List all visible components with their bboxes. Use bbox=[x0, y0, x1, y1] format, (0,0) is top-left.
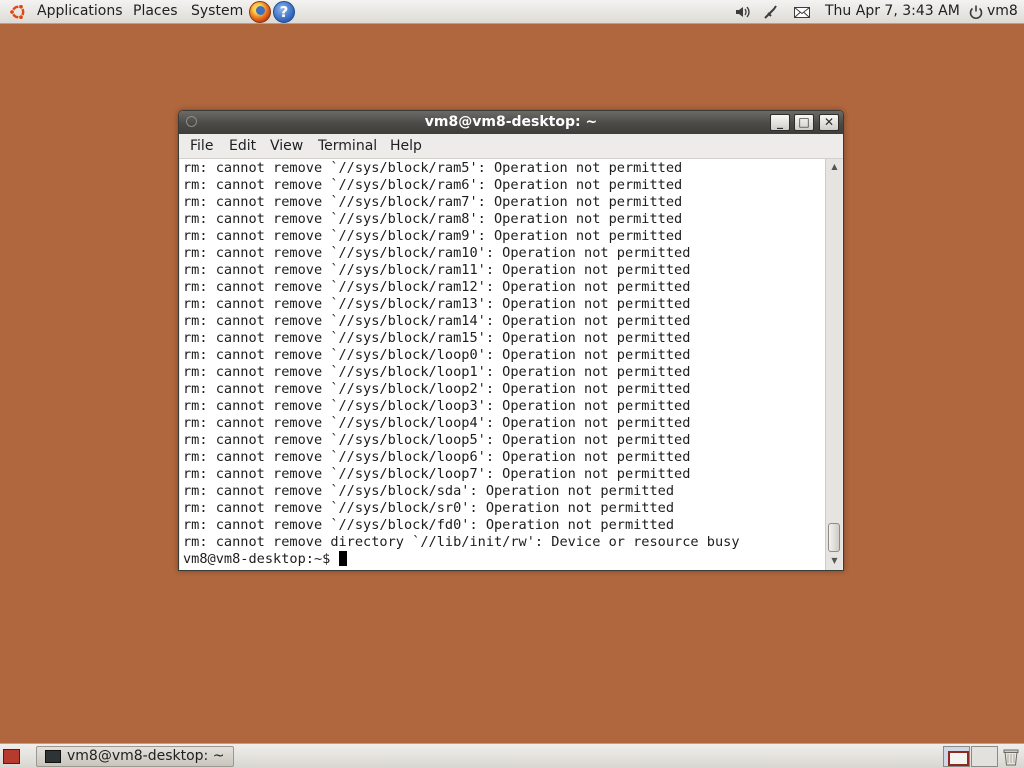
scroll-up-arrow-icon[interactable]: ▲ bbox=[828, 161, 841, 173]
terminal-line: rm: cannot remove `//sys/block/loop6': O… bbox=[183, 449, 691, 465]
menu-system[interactable]: System bbox=[191, 0, 243, 24]
terminal-line: rm: cannot remove `//sys/block/ram6': Op… bbox=[183, 177, 683, 193]
minimize-button[interactable]: _ bbox=[770, 114, 790, 131]
terminal-line: rm: cannot remove `//sys/block/ram14': O… bbox=[183, 313, 691, 329]
terminal-line: rm: cannot remove `//sys/block/loop3': O… bbox=[183, 398, 691, 414]
taskbar-terminal-button[interactable]: vm8@vm8-desktop: ~ bbox=[36, 746, 234, 767]
scroll-down-arrow-icon[interactable]: ▼ bbox=[828, 555, 841, 567]
terminal-line: rm: cannot remove `//sys/block/sr0': Ope… bbox=[183, 500, 675, 516]
network-icon[interactable] bbox=[762, 4, 780, 20]
taskbar-label: vm8@vm8-desktop: ~ bbox=[67, 748, 225, 764]
menu-help[interactable]: Help bbox=[390, 134, 422, 159]
firefox-icon[interactable] bbox=[249, 1, 271, 23]
menu-file[interactable]: File bbox=[190, 134, 213, 159]
close-button[interactable]: ✕ bbox=[819, 114, 839, 131]
menu-applications[interactable]: Applications bbox=[37, 0, 123, 24]
window-title: vm8@vm8-desktop: ~ bbox=[424, 114, 598, 130]
menu-edit[interactable]: Edit bbox=[229, 134, 256, 159]
window-titlebar[interactable]: vm8@vm8-desktop: ~ _ □ ✕ bbox=[179, 111, 843, 134]
terminal-icon bbox=[45, 750, 61, 763]
text-cursor bbox=[338, 551, 347, 566]
top-panel: Applications Places System ? Thu Apr 7, … bbox=[0, 0, 1024, 24]
vertical-scrollbar[interactable]: ▲ ▼ bbox=[825, 159, 842, 570]
terminal-line: rm: cannot remove `//sys/block/fd0': Ope… bbox=[183, 517, 675, 533]
menu-terminal[interactable]: Terminal bbox=[318, 134, 377, 159]
terminal-line: rm: cannot remove `//sys/block/ram11': O… bbox=[183, 262, 691, 278]
terminal-line: rm: cannot remove `//sys/block/loop2': O… bbox=[183, 381, 691, 397]
user-name[interactable]: vm8 bbox=[987, 0, 1018, 24]
terminal-line: rm: cannot remove `//sys/block/loop5': O… bbox=[183, 432, 691, 448]
workspace-2[interactable] bbox=[971, 746, 998, 767]
terminal-line: rm: cannot remove `//sys/block/ram9': Op… bbox=[183, 228, 683, 244]
volume-icon[interactable] bbox=[734, 4, 752, 20]
terminal-line: rm: cannot remove `//sys/block/loop1': O… bbox=[183, 364, 691, 380]
terminal-line: rm: cannot remove `//sys/block/ram7': Op… bbox=[183, 194, 683, 210]
help-icon[interactable]: ? bbox=[273, 1, 295, 23]
terminal-line: rm: cannot remove `//sys/block/ram13': O… bbox=[183, 296, 691, 312]
menu-places[interactable]: Places bbox=[133, 0, 178, 24]
terminal-line: rm: cannot remove `//sys/block/loop0': O… bbox=[183, 347, 691, 363]
terminal-line: rm: cannot remove `//sys/block/loop7': O… bbox=[183, 466, 691, 482]
shell-prompt: vm8@vm8-desktop:~$ bbox=[183, 551, 339, 567]
terminal-menubar: File Edit View Terminal Help bbox=[179, 134, 843, 159]
trash-icon[interactable] bbox=[1002, 747, 1020, 766]
bottom-panel: vm8@vm8-desktop: ~ bbox=[0, 743, 1024, 768]
power-icon[interactable] bbox=[967, 4, 985, 20]
prompt-line[interactable]: vm8@vm8-desktop:~$ bbox=[183, 551, 825, 568]
menu-view[interactable]: View bbox=[270, 134, 303, 159]
clock[interactable]: Thu Apr 7, 3:43 AM bbox=[825, 0, 960, 24]
ubuntu-logo-icon[interactable] bbox=[9, 3, 27, 21]
terminal-line: rm: cannot remove `//sys/block/ram5': Op… bbox=[183, 160, 683, 176]
terminal-line: rm: cannot remove `//sys/block/loop4': O… bbox=[183, 415, 691, 431]
scrollbar-thumb[interactable] bbox=[828, 523, 840, 552]
terminal-line: rm: cannot remove `//sys/block/ram12': O… bbox=[183, 279, 691, 295]
show-desktop-icon[interactable] bbox=[3, 749, 20, 764]
terminal-window: vm8@vm8-desktop: ~ _ □ ✕ File Edit View … bbox=[178, 110, 844, 571]
workspace-1[interactable] bbox=[943, 746, 970, 767]
mail-icon[interactable] bbox=[793, 4, 811, 20]
terminal-line: rm: cannot remove `//sys/block/sda': Ope… bbox=[183, 483, 675, 499]
terminal-line: rm: cannot remove `//sys/block/ram10': O… bbox=[183, 245, 691, 261]
terminal-line: rm: cannot remove directory `//lib/init/… bbox=[183, 534, 740, 550]
maximize-button[interactable]: □ bbox=[794, 114, 814, 131]
terminal-line: rm: cannot remove `//sys/block/ram8': Op… bbox=[183, 211, 683, 227]
terminal-line: rm: cannot remove `//sys/block/ram15': O… bbox=[183, 330, 691, 346]
terminal-output[interactable]: rm: cannot remove `//sys/block/ram5': Op… bbox=[180, 159, 825, 570]
